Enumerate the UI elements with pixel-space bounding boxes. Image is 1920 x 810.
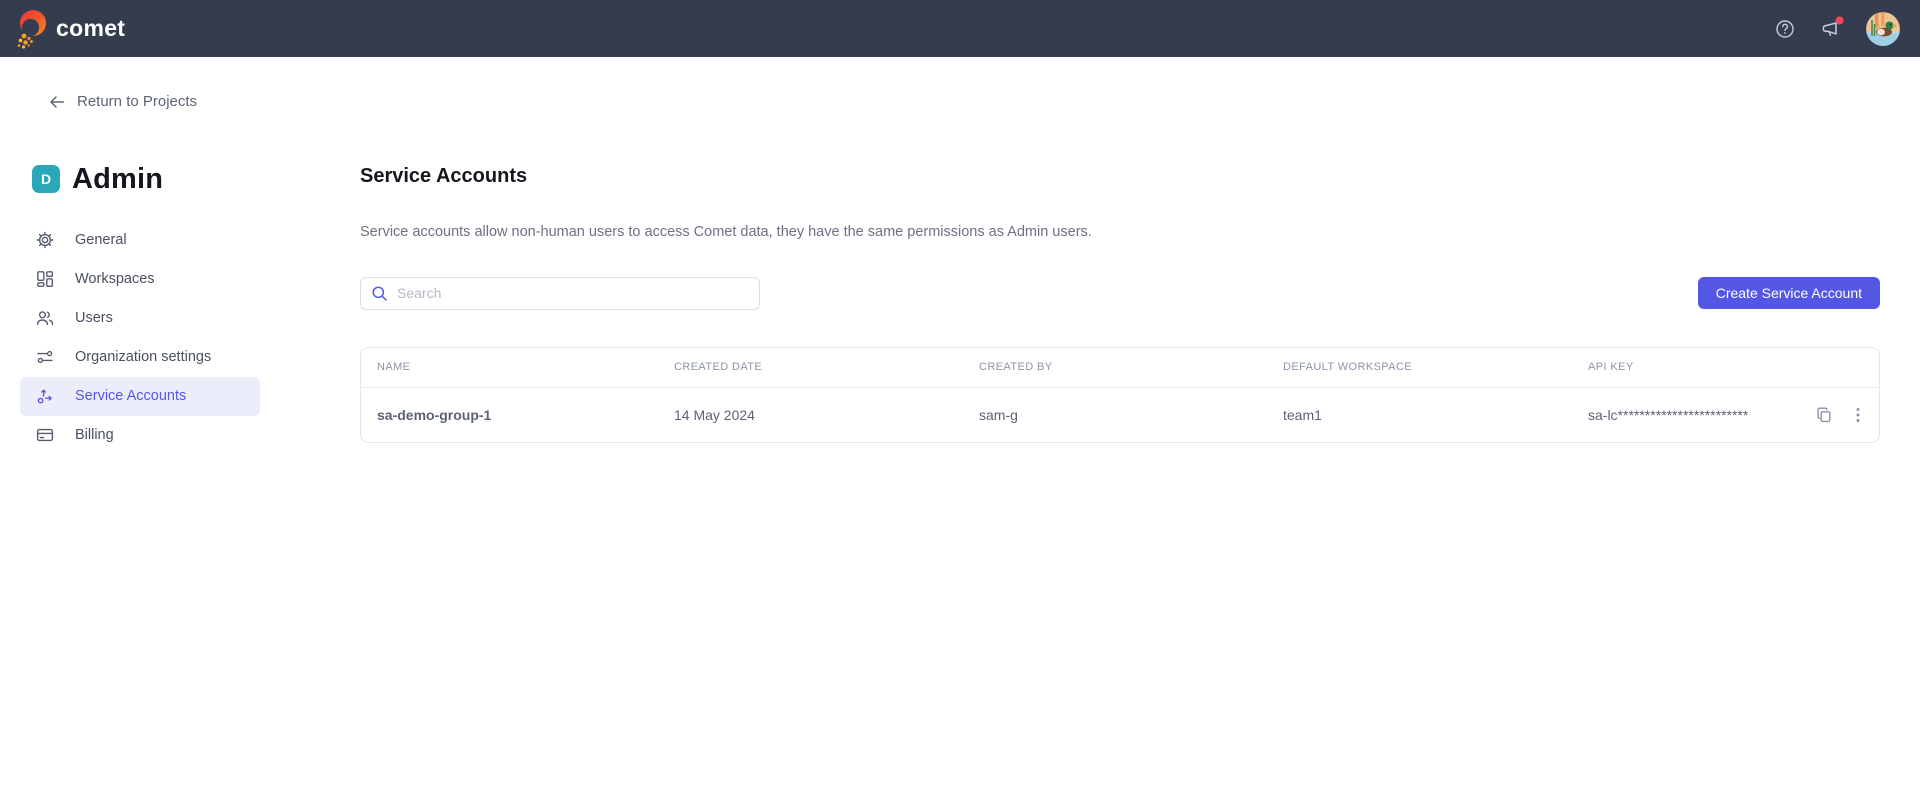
cell-api-key: sa-lc************************ <box>1572 406 1879 424</box>
notification-dot <box>1835 16 1844 25</box>
top-bar: comet <box>0 0 1920 57</box>
comet-logo-icon <box>13 7 49 51</box>
column-header-default-workspace: DEFAULT WORKSPACE <box>1267 361 1572 373</box>
topbar-actions <box>1774 12 1900 46</box>
sidebar-item-label: Service Accounts <box>75 388 186 404</box>
sidebar-item-label: Workspaces <box>75 271 155 287</box>
sidebar-item-workspaces[interactable]: Workspaces <box>20 260 260 299</box>
admin-menu: General Workspaces <box>20 221 260 455</box>
credit-card-icon <box>36 426 54 444</box>
sidebar-item-billing[interactable]: Billing <box>20 416 260 455</box>
workspaces-icon <box>36 270 54 288</box>
cell-default-workspace: team1 <box>1267 407 1572 423</box>
sidebar-item-label: Billing <box>75 427 114 443</box>
comet-logo[interactable]: comet <box>13 7 125 51</box>
cell-created-by: sam-g <box>963 407 1267 423</box>
column-header-created-by: CREATED BY <box>963 361 1267 373</box>
create-service-account-button[interactable]: Create Service Account <box>1698 277 1880 309</box>
arrow-left-icon <box>48 94 65 110</box>
sidebar-item-label: General <box>75 232 127 248</box>
kebab-menu-icon[interactable] <box>1849 406 1867 424</box>
row-actions <box>1815 406 1867 424</box>
service-accounts-table: NAME CREATED DATE CREATED BY DEFAULT WOR… <box>360 347 1880 443</box>
sidebar-item-users[interactable]: Users <box>20 299 260 338</box>
admin-sidebar: D Admin General <box>0 115 360 455</box>
page-title: Service Accounts <box>360 163 1880 189</box>
return-to-projects-link[interactable]: Return to Projects <box>48 93 197 110</box>
users-icon <box>36 309 54 327</box>
sidebar-item-service-accounts[interactable]: Service Accounts <box>20 377 260 416</box>
controls-row: Create Service Account <box>360 277 1880 310</box>
search-input[interactable] <box>360 277 760 310</box>
admin-header: D Admin <box>32 163 360 196</box>
column-header-name: NAME <box>361 361 658 373</box>
user-avatar[interactable] <box>1866 12 1900 46</box>
admin-title: Admin <box>72 163 163 196</box>
service-accounts-icon <box>36 387 54 405</box>
help-icon[interactable] <box>1774 18 1796 40</box>
sidebar-item-general[interactable]: General <box>20 221 260 260</box>
search-box <box>360 277 760 310</box>
main-content: Service Accounts Service accounts allow … <box>360 115 1880 443</box>
copy-icon[interactable] <box>1815 406 1833 424</box>
cell-name: sa-demo-group-1 <box>361 407 658 423</box>
sliders-icon <box>36 348 54 366</box>
page-description: Service accounts allow non-human users t… <box>360 223 1880 241</box>
column-header-created-date: CREATED DATE <box>658 361 963 373</box>
sidebar-item-label: Users <box>75 310 113 326</box>
column-header-api-key: API KEY <box>1572 361 1879 373</box>
search-icon <box>371 285 388 302</box>
return-to-projects-label: Return to Projects <box>77 93 197 110</box>
cell-created-date: 14 May 2024 <box>658 407 963 423</box>
table-row: sa-demo-group-1 14 May 2024 sam-g team1 … <box>361 388 1879 442</box>
table-header-row: NAME CREATED DATE CREATED BY DEFAULT WOR… <box>361 348 1879 388</box>
sidebar-item-label: Organization settings <box>75 349 211 365</box>
org-badge: D <box>32 165 60 193</box>
comet-logo-text: comet <box>56 15 125 42</box>
gear-icon <box>36 231 54 249</box>
announcements-megaphone-icon[interactable] <box>1820 18 1842 40</box>
sidebar-item-organization-settings[interactable]: Organization settings <box>20 338 260 377</box>
api-key-masked: sa-lc************************ <box>1588 407 1748 423</box>
